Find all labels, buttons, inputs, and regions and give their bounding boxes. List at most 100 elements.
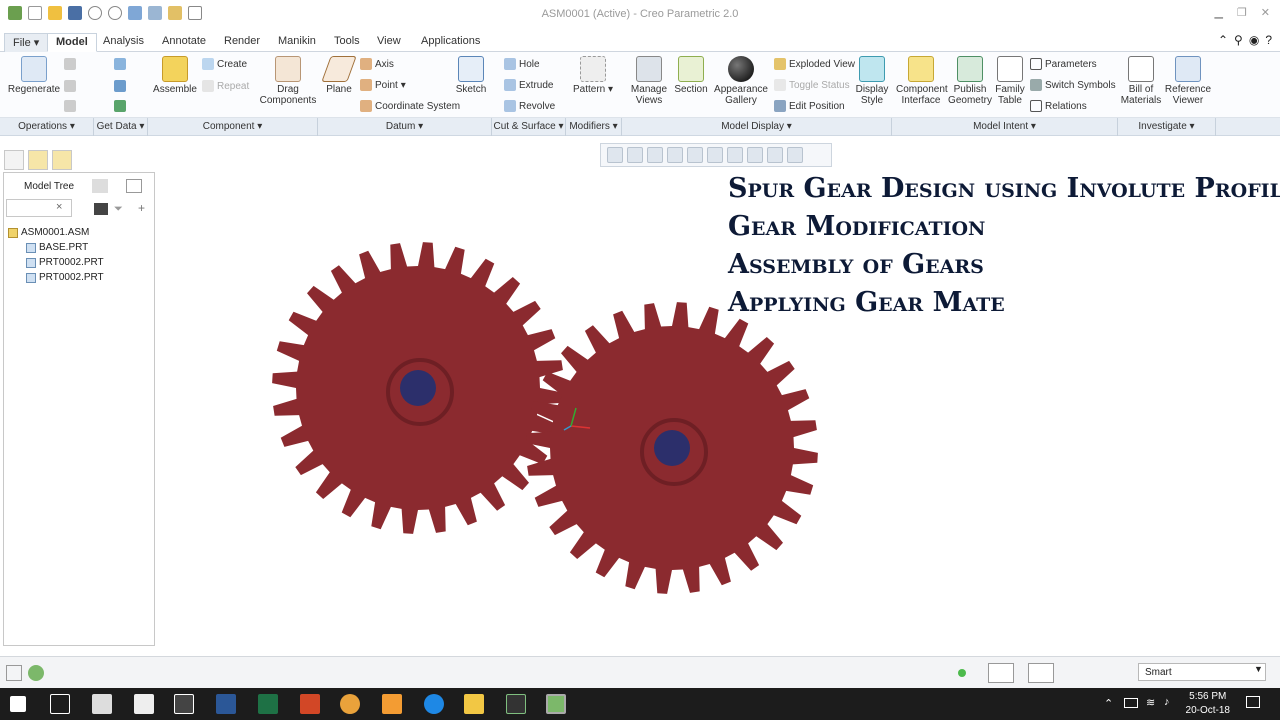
annotation-display-icon[interactable] (767, 147, 783, 163)
close-icon[interactable]: ✕ (1261, 6, 1270, 19)
find-icon[interactable] (988, 663, 1014, 683)
exploded-view-button[interactable]: Exploded View (774, 58, 855, 70)
pattern-button[interactable]: Pattern ▾ (572, 56, 614, 95)
reference-viewer-button[interactable]: Reference Viewer (1164, 56, 1212, 106)
get-data-icon-1[interactable] (114, 58, 126, 70)
tab-model[interactable]: Model (47, 33, 97, 52)
group-component[interactable]: Component ▾ (148, 118, 318, 136)
gear-left[interactable] (272, 242, 564, 534)
gear-right[interactable] (526, 302, 818, 594)
selection-box-icon[interactable] (1028, 663, 1054, 683)
folder-browser-tab-icon[interactable] (28, 150, 48, 170)
relations-button[interactable]: Relations (1030, 100, 1087, 112)
bill-of-materials-button[interactable]: Bill of Materials (1120, 56, 1162, 106)
show-menu-icon[interactable] (126, 179, 142, 193)
battery-icon[interactable] (1124, 698, 1138, 708)
hole-button[interactable]: Hole (504, 58, 540, 70)
get-data-icon-3[interactable] (114, 100, 126, 112)
app-f-icon[interactable] (382, 694, 402, 714)
help-icon[interactable]: ? (1265, 33, 1272, 47)
store-icon[interactable] (92, 694, 112, 714)
view-manager-icon[interactable] (727, 147, 743, 163)
tab-tools[interactable]: Tools (326, 33, 368, 52)
add-icon[interactable]: + (138, 201, 145, 215)
excel-icon[interactable] (258, 694, 278, 714)
publish-geometry-button[interactable]: Publish Geometry (946, 56, 994, 106)
powerpoint-icon[interactable] (300, 694, 320, 714)
show-navigator-icon[interactable] (6, 665, 22, 681)
group-modifiers[interactable]: Modifiers ▾ (566, 118, 622, 136)
tray-chevron-icon[interactable]: ⌃ (1104, 697, 1113, 710)
creo-icon[interactable] (546, 694, 566, 714)
delete-icon[interactable] (64, 100, 76, 112)
tree-item-prt-2[interactable]: PRT0002.PRT (26, 272, 104, 283)
clear-search-icon[interactable]: × (56, 201, 62, 213)
drag-components-button[interactable]: Drag Components (258, 56, 318, 106)
copy-icon[interactable] (64, 58, 76, 70)
filter-icon[interactable]: ⏷ (114, 203, 123, 216)
find-binoculars-icon[interactable] (94, 203, 108, 215)
tree-item-asm[interactable]: ASM0001.ASM (8, 227, 89, 238)
group-model-display[interactable]: Model Display ▾ (622, 118, 892, 136)
maximize-icon[interactable]: ❐ (1237, 6, 1247, 19)
group-cut-surface[interactable]: Cut & Surface ▾ (492, 118, 566, 136)
notifications-icon[interactable] (1246, 696, 1260, 708)
tree-settings-icon[interactable] (92, 179, 108, 193)
volume-icon[interactable]: ♪ (1164, 696, 1170, 708)
wifi-icon[interactable]: ≋ (1146, 696, 1155, 709)
tab-render[interactable]: Render (216, 33, 268, 52)
assemble-button[interactable]: Assemble (150, 56, 200, 95)
collapse-ribbon-icon[interactable]: ⌃ (1218, 33, 1228, 47)
regenerate-button[interactable]: Regenerate (6, 56, 62, 95)
tab-applications[interactable]: Applications (413, 33, 488, 52)
task-view-icon[interactable] (50, 694, 70, 714)
family-table-button[interactable]: Family Table (994, 56, 1026, 106)
app-icon-2[interactable] (506, 694, 526, 714)
app-icon[interactable] (174, 694, 194, 714)
manage-views-button[interactable]: Manage Views (626, 56, 672, 106)
repeat-button[interactable]: Repeat (202, 80, 249, 92)
tab-manikin[interactable]: Manikin (270, 33, 324, 52)
group-model-intent[interactable]: Model Intent ▾ (892, 118, 1118, 136)
display-style-toggle-icon[interactable] (687, 147, 703, 163)
tab-file[interactable]: File ▾ (4, 33, 49, 52)
repaint-icon[interactable] (667, 147, 683, 163)
section-button[interactable]: Section (672, 56, 710, 95)
group-investigate[interactable]: Investigate ▾ (1118, 118, 1216, 136)
edit-position-button[interactable]: Edit Position (774, 100, 845, 112)
windows-start-icon[interactable] (10, 696, 26, 712)
selection-filter-select[interactable]: Smart (1138, 663, 1266, 681)
group-datum[interactable]: Datum ▾ (318, 118, 492, 136)
display-style-button[interactable]: Display Style (852, 56, 892, 106)
datum-display-icon[interactable] (747, 147, 763, 163)
favorites-tab-icon[interactable] (52, 150, 72, 170)
minimize-icon[interactable]: ▁ (1214, 6, 1222, 19)
plane-button[interactable]: Plane (321, 56, 357, 95)
paste-icon[interactable] (64, 80, 76, 92)
zoom-out-icon[interactable] (647, 147, 663, 163)
create-button[interactable]: Create (202, 58, 247, 70)
mail-icon[interactable] (134, 694, 154, 714)
community-icon[interactable]: ◉ (1249, 33, 1259, 47)
spin-center-icon[interactable] (787, 147, 803, 163)
edge-icon[interactable] (424, 694, 444, 714)
search-icon[interactable]: ⚲ (1234, 33, 1243, 47)
file-explorer-icon[interactable] (464, 694, 484, 714)
parameters-button[interactable]: Parameters (1030, 58, 1097, 70)
browser-icon[interactable] (28, 665, 44, 681)
component-interface-button[interactable]: Component Interface (896, 56, 948, 106)
extrude-button[interactable]: Extrude (504, 79, 553, 91)
model-tree-tab-icon[interactable] (4, 150, 24, 170)
revolve-button[interactable]: Revolve (504, 100, 555, 112)
group-operations[interactable]: Operations ▾ (0, 118, 94, 136)
word-icon[interactable] (216, 694, 236, 714)
sketch-button[interactable]: Sketch (452, 56, 490, 95)
saved-orientations-icon[interactable] (707, 147, 723, 163)
zoom-in-icon[interactable] (627, 147, 643, 163)
tree-item-prt-1[interactable]: PRT0002.PRT (26, 257, 104, 268)
coordinate-system-button[interactable]: Coordinate System (360, 100, 460, 112)
tab-annotate[interactable]: Annotate (154, 33, 214, 52)
tab-view[interactable]: View (369, 33, 409, 52)
tab-analysis[interactable]: Analysis (95, 33, 152, 52)
refit-icon[interactable] (607, 147, 623, 163)
